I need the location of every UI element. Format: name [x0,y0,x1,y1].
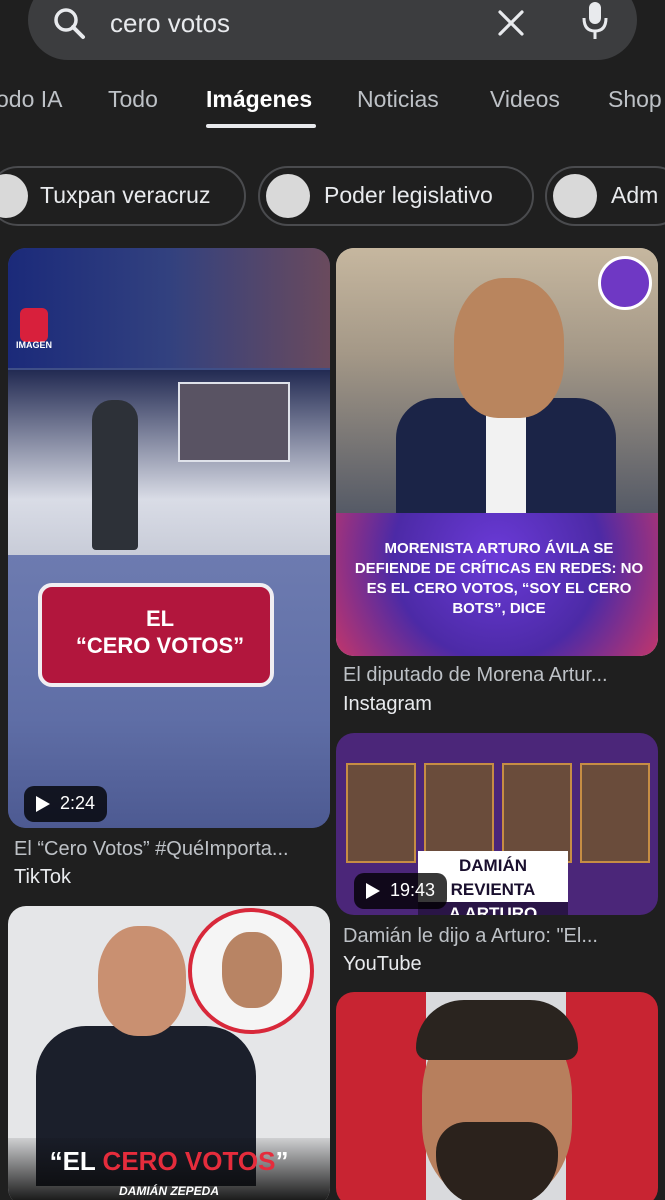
logo-badge-icon [598,256,652,310]
channel-logo [20,308,48,342]
person-beard [436,1122,558,1200]
video-duration-badge: 2:24 [24,786,108,822]
chip-poder-legislativo[interactable]: Poder legislativo [258,166,534,226]
chip-label: Tuxpan veracruz [40,182,211,208]
overlay-label: EL “CERO VOTOS” [38,583,274,687]
headline-banner: MORENISTA ARTURO ÁVILA SE DEFIENDE DE CR… [336,513,658,656]
person-face [98,926,186,1036]
image-result-4[interactable]: “EL CERO VOTOS” DAMIÁN ZEPEDA [8,906,330,1200]
active-tab-indicator [206,124,316,128]
chip-thumbnail [266,174,310,218]
photo [336,248,658,518]
headline-text: “EL CERO VOTOS” [49,1146,289,1176]
close-icon[interactable] [496,8,526,38]
studio-scene [8,370,330,555]
image-result-3[interactable]: DAMIÁN REVIENTA A ARTURO 19:43 [336,733,658,915]
panel-person [424,763,494,863]
chip-thumbnail [0,174,28,218]
result-caption[interactable]: El diputado de Morena Artur... [343,664,655,687]
inset-portrait [188,908,314,1034]
chip-label: Adm [611,182,659,208]
chip-label: Poder legislativo [324,182,493,208]
watermark: IMAGEN [16,340,52,350]
chip-tuxpan-veracruz[interactable]: Tuxpan veracruz [0,166,246,226]
result-source[interactable]: YouTube [343,953,422,976]
tab-videos[interactable]: Videos [490,86,560,113]
inset-face [222,932,282,1008]
chip-thumbnail [553,174,597,218]
person-figure [28,916,256,1186]
headline-subtext: DAMIÁN ZEPEDA [118,1184,219,1198]
play-icon [36,796,50,812]
tab-images[interactable]: Imágenes [206,86,312,113]
presenter-figure [92,400,138,550]
result-caption[interactable]: Damián le dijo a Arturo: "El... [343,925,655,948]
tab-ai-mode[interactable]: odo IA [0,86,63,113]
image-result-5[interactable] [336,992,658,1200]
panel-person [580,763,650,863]
play-icon [366,883,380,899]
person-hair [416,1000,578,1060]
person-face [454,278,564,418]
search-input[interactable]: cero votos [110,8,230,39]
panel-person [346,763,416,863]
result-caption[interactable]: El “Cero Votos” #QuéImporta... [14,838,330,861]
overlay-text: EL “CERO VOTOS” [75,606,245,658]
search-tabs: odo IA Todo Imágenes Noticias Videos Sho… [0,78,665,134]
mic-icon[interactable] [580,2,610,42]
person-shirt [486,403,526,513]
tab-news[interactable]: Noticias [357,86,439,113]
duration-text: 2:24 [60,793,96,813]
thumbnail-background: IMAGEN [8,248,330,368]
duration-text: 19:43 [390,880,436,900]
panel-person [502,763,572,863]
chip-adm[interactable]: Adm [545,166,665,226]
video-duration-badge: 19:43 [354,873,448,909]
tab-all[interactable]: Todo [108,86,158,113]
studio-screen [178,382,290,462]
image-result-2[interactable]: MORENISTA ARTURO ÁVILA SE DEFIENDE DE CR… [336,248,658,656]
result-source[interactable]: Instagram [343,693,432,716]
headline-banner: “EL CERO VOTOS” DAMIÁN ZEPEDA [8,1138,330,1200]
search-icon[interactable] [52,6,86,40]
image-result-1[interactable]: IMAGEN EL “CERO VOTOS” 2:24 [8,248,330,828]
result-source[interactable]: TikTok [14,866,71,889]
tab-shopping[interactable]: Shop [608,86,662,113]
headline-text: MORENISTA ARTURO ÁVILA SE DEFIENDE DE CR… [354,540,644,617]
